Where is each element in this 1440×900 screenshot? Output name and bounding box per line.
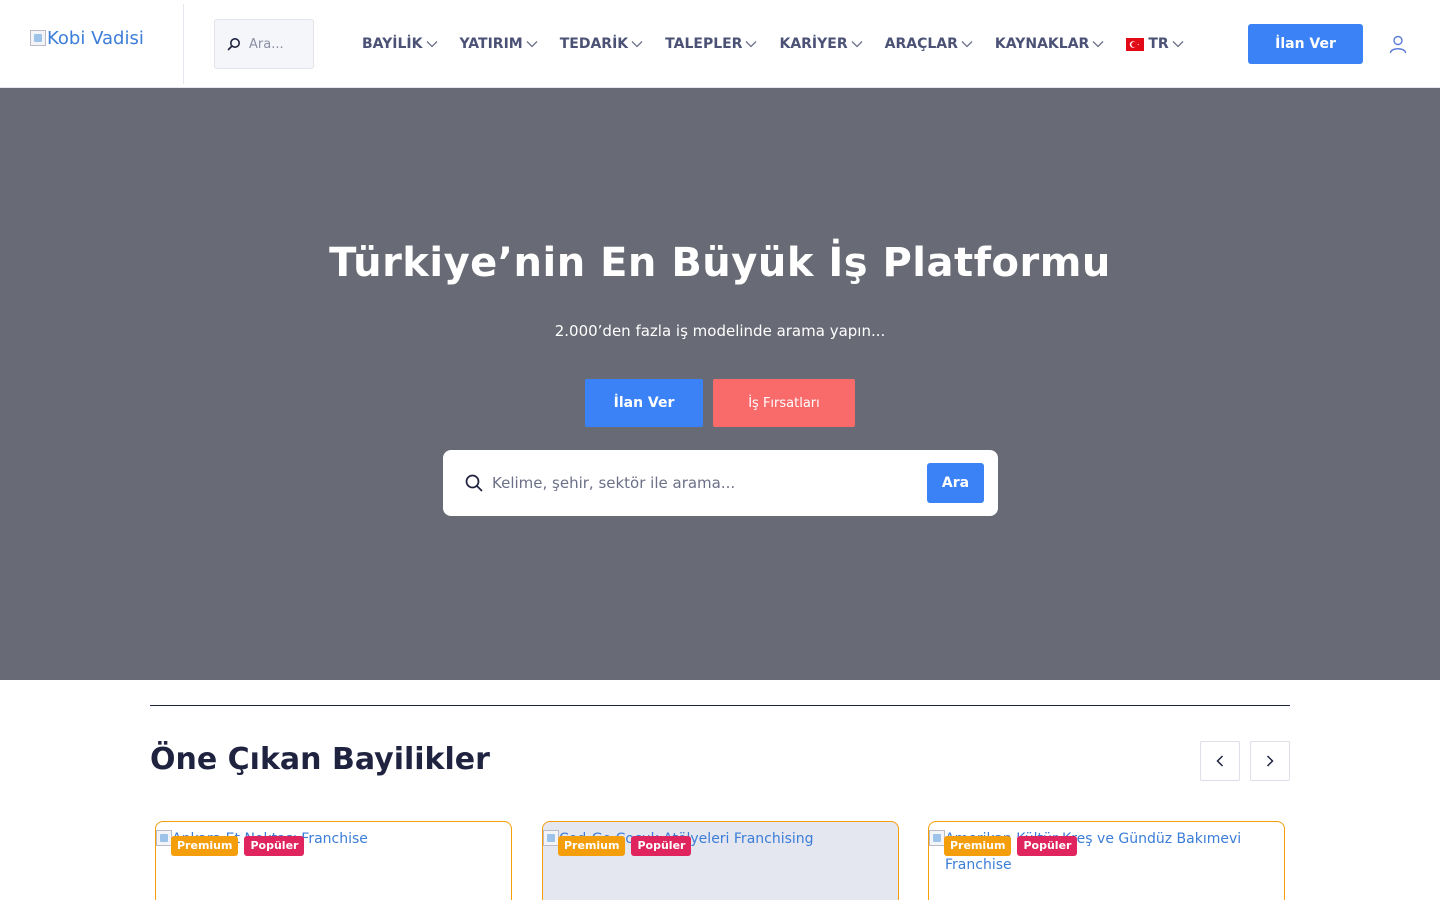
featured-card[interactable]: Amerikan Kültür Kreş ve Gündüz Bakımevi … xyxy=(928,821,1285,900)
logo-alt-text: Kobi Vadisi xyxy=(47,28,144,49)
carousel-prev-button[interactable] xyxy=(1200,741,1240,781)
hero-post-listing-button[interactable]: İlan Ver xyxy=(585,379,703,427)
broken-image-icon xyxy=(30,30,46,46)
chevron-down-icon xyxy=(961,40,973,48)
chevron-right-icon xyxy=(1266,755,1274,767)
search-icon xyxy=(227,38,240,51)
search-icon xyxy=(465,474,483,492)
site-header: Kobi Vadisi BAYİLİK YATIRIM TEDARİK TALE… xyxy=(0,0,1440,88)
nav-item-kariyer[interactable]: KARİYER xyxy=(779,36,863,52)
turkey-flag-icon xyxy=(1126,37,1145,51)
header-divider xyxy=(183,4,184,84)
nav-item-araclar[interactable]: ARAÇLAR xyxy=(885,36,973,52)
chevron-down-icon xyxy=(851,40,863,48)
main-nav: BAYİLİK YATIRIM TEDARİK TALEPLER KARİYER… xyxy=(362,34,1206,54)
featured-card[interactable]: Cod-Go Çocuk Atölyeleri Franchising Prem… xyxy=(542,821,899,900)
popular-badge: Popüler xyxy=(1017,836,1078,856)
user-icon[interactable] xyxy=(1388,34,1408,54)
nav-item-bayilik[interactable]: BAYİLİK xyxy=(362,36,438,52)
premium-badge: Premium xyxy=(558,836,626,856)
nav-item-yatirim[interactable]: YATIRIM xyxy=(460,36,538,52)
carousel-next-button[interactable] xyxy=(1250,741,1290,781)
site-logo[interactable]: Kobi Vadisi xyxy=(30,28,144,50)
header-search-box[interactable] xyxy=(214,19,314,69)
chevron-left-icon xyxy=(1216,755,1224,767)
hero-search-input[interactable] xyxy=(492,474,912,492)
broken-image-icon xyxy=(543,830,559,846)
premium-badge: Premium xyxy=(171,836,239,856)
chevron-down-icon xyxy=(426,40,438,48)
premium-badge: Premium xyxy=(944,836,1012,856)
hero-search-box: Ara xyxy=(443,450,998,516)
hero-subtitle: 2.000’den fazla iş modelinde arama yapın… xyxy=(554,322,886,340)
nav-item-talepler[interactable]: TALEPLER xyxy=(665,36,757,52)
popular-badge: Popüler xyxy=(244,836,305,856)
broken-image-icon xyxy=(929,830,945,846)
chevron-down-icon xyxy=(526,40,538,48)
card-badges: Premium Popüler xyxy=(558,836,692,856)
featured-section-title: Öne Çıkan Bayilikler xyxy=(150,742,490,777)
featured-card[interactable]: Ankara Et Noktası Franchise Premium Popü… xyxy=(155,821,512,900)
section-divider xyxy=(150,705,1290,706)
broken-image-icon xyxy=(156,830,172,846)
popular-badge: Popüler xyxy=(631,836,692,856)
post-listing-button[interactable]: İlan Ver xyxy=(1248,24,1363,64)
chevron-down-icon xyxy=(745,40,757,48)
chevron-down-icon xyxy=(1172,40,1184,48)
nav-item-tedarik[interactable]: TEDARİK xyxy=(560,36,643,52)
nav-item-kaynaklar[interactable]: KAYNAKLAR xyxy=(995,36,1104,52)
chevron-down-icon xyxy=(631,40,643,48)
card-badges: Premium Popüler xyxy=(171,836,305,856)
hero-section: Türkiye’nin En Büyük İş Platformu 2.000’… xyxy=(0,88,1440,680)
chevron-down-icon xyxy=(1092,40,1104,48)
hero-search-button[interactable]: Ara xyxy=(927,463,984,503)
hero-title: Türkiye’nin En Büyük İş Platformu xyxy=(329,240,1111,286)
language-selector[interactable]: TR xyxy=(1126,36,1184,52)
card-badges: Premium Popüler xyxy=(944,836,1078,856)
header-search-input[interactable] xyxy=(249,36,309,52)
business-opportunities-button[interactable]: İş Fırsatları xyxy=(713,379,855,427)
